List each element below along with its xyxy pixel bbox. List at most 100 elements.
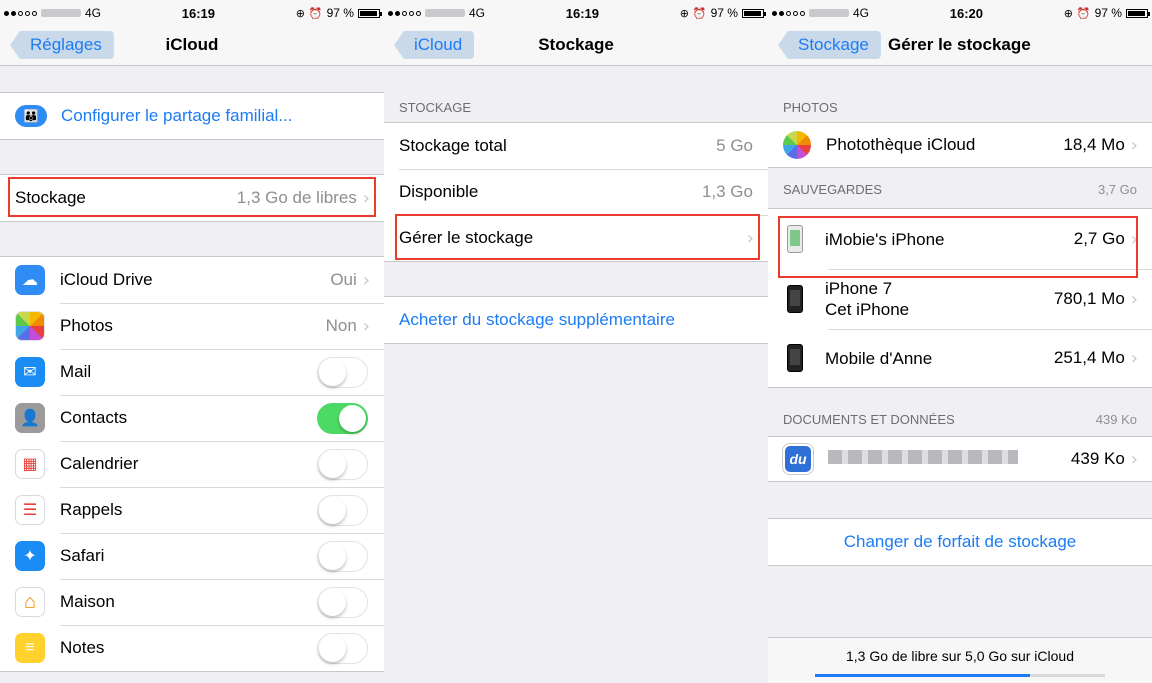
chevron-right-icon: › <box>1130 347 1138 369</box>
apps-list: ☁ iCloud Drive Oui › Photos Non › ✉ Mail 👤 Contact… <box>0 256 384 672</box>
row-label: Stockage total <box>399 136 507 155</box>
section-header: STOCKAGE <box>384 66 768 122</box>
photo-library-row[interactable]: Photothèque iCloud 18,4 Mo › <box>768 123 1152 167</box>
sync-toggle[interactable] <box>317 586 368 618</box>
family-sharing-label: Configurer le partage familial... <box>61 106 293 125</box>
network-type: 4G <box>469 6 486 20</box>
app-row-maison[interactable]: ⌂ Maison <box>0 579 384 625</box>
buy-storage-row[interactable]: Acheter du stockage supplémentaire <box>384 297 768 343</box>
section-header-label: SAUVEGARDES <box>783 182 882 197</box>
row-value: 5 Go <box>716 136 753 155</box>
screenshot-collage: 4G 16:19 ⊕ ⏰ 97 % Réglages iCloud 👪 Config… <box>0 0 1152 683</box>
navigation-bar: Réglages iCloud <box>0 26 384 66</box>
status-time: 16:19 <box>181 5 215 21</box>
documents-total: 439 Ko <box>1095 412 1137 427</box>
document-app-row[interactable]: du 439 Ko › <box>768 437 1152 481</box>
signal-icon <box>4 10 37 16</box>
battery-percent: 97 % <box>710 6 738 20</box>
battery-percent: 97 % <box>1094 6 1122 20</box>
backup-name: Mobile d'Anne <box>825 348 1054 369</box>
network-type: 4G <box>85 6 102 20</box>
photos-icon <box>783 131 811 159</box>
row-label: Photothèque iCloud <box>826 135 976 154</box>
toggle-knob <box>319 496 346 524</box>
family-icon: 👪 <box>15 105 47 127</box>
toggle-knob <box>319 542 346 570</box>
cloud-icon: ☁ <box>15 265 45 295</box>
iphone-icon <box>787 285 803 313</box>
app-row-calendrier[interactable]: ▦ Calendrier <box>0 441 384 487</box>
calendar-icon: ▦ <box>15 449 45 479</box>
app-label: iCloud Drive <box>60 270 153 289</box>
sync-toggle[interactable] <box>317 540 368 572</box>
carrier-name-blurred <box>425 9 465 17</box>
documents-header: DOCUMENTS ET DONNÉES 439 Ko <box>768 388 1152 436</box>
device-name: iPhone 7 <box>825 279 893 298</box>
rotation-lock-icon: ⊕ <box>295 7 305 20</box>
status-bar: 4G 16:19 ⊕ ⏰ 97 % <box>384 0 768 26</box>
status-time: 16:20 <box>949 5 983 21</box>
highlight-box <box>8 177 376 217</box>
rotation-lock-icon: ⊕ <box>679 7 689 20</box>
sync-toggle[interactable] <box>317 494 368 526</box>
app-row-rappels[interactable]: ☰ Rappels <box>0 487 384 533</box>
photos-icon <box>15 311 45 341</box>
highlight-box <box>395 214 760 260</box>
toggle-knob <box>339 404 366 432</box>
storage-footer: 1,3 Go de libre sur 5,0 Go sur iCloud <box>768 637 1152 683</box>
chevron-right-icon: › <box>1130 448 1138 470</box>
toggle-knob <box>319 450 346 478</box>
carrier-name-blurred <box>809 9 849 17</box>
change-plan-row[interactable]: Changer de forfait de stockage <box>768 519 1152 565</box>
backup-size: 251,4 Mo <box>1053 348 1125 367</box>
manage-storage-screen: 4G 16:20 ⊕ ⏰ 97 % Stockage Gérer le stocka… <box>768 0 1152 683</box>
sync-toggle[interactable] <box>317 632 368 664</box>
app-row-contacts[interactable]: 👤 Contacts <box>0 395 384 441</box>
toggle-knob <box>319 634 346 662</box>
app-value: Oui <box>330 270 357 289</box>
toggle-knob <box>319 588 346 616</box>
section-header-label: STOCKAGE <box>399 100 472 115</box>
app-row-icloud-drive[interactable]: ☁ iCloud Drive Oui › <box>0 257 384 303</box>
rotation-lock-icon: ⊕ <box>1063 7 1073 20</box>
app-label: Safari <box>60 546 105 565</box>
chevron-right-icon: › <box>362 269 370 291</box>
family-sharing-row[interactable]: 👪 Configurer le partage familial... <box>0 93 384 139</box>
row-value: 1,3 Go <box>701 182 753 201</box>
backup-row[interactable]: Mobile d'Anne 251,4 Mo › <box>768 329 1152 387</box>
device-name: Mobile d'Anne <box>825 348 933 368</box>
sync-toggle[interactable] <box>317 402 368 434</box>
app-label: Mail <box>60 362 92 381</box>
app-label: Contacts <box>60 408 128 427</box>
mail-icon: ✉ <box>15 357 45 387</box>
signal-icon <box>388 10 421 16</box>
app-row-safari[interactable]: ✦ Safari <box>0 533 384 579</box>
total-storage-row: Stockage total 5 Go <box>384 123 768 169</box>
battery-icon <box>357 8 382 18</box>
chevron-right-icon: › <box>1130 134 1138 156</box>
sync-toggle[interactable] <box>317 448 368 480</box>
alarm-icon: ⏰ <box>308 7 323 20</box>
app-row-notes[interactable]: ≡ Notes <box>0 625 384 671</box>
row-label: Disponible <box>399 182 479 201</box>
app-row-mail[interactable]: ✉ Mail <box>0 349 384 395</box>
app-label: Photos <box>60 316 113 335</box>
backups-header: SAUVEGARDES 3,7 Go <box>768 168 1152 208</box>
contacts-icon: 👤 <box>15 403 45 433</box>
page-title: Stockage <box>538 35 614 54</box>
back-button[interactable]: Stockage <box>778 31 881 59</box>
chevron-right-icon: › <box>362 315 370 337</box>
app-label: Calendrier <box>60 454 139 473</box>
change-plan-link: Changer de forfait de stockage <box>843 532 1077 551</box>
app-label: Rappels <box>60 500 123 519</box>
battery-percent: 97 % <box>326 6 354 20</box>
section-header-label: DOCUMENTS ET DONNÉES <box>783 412 955 427</box>
backup-row[interactable]: iPhone 7 Cet iPhone 780,1 Mo › <box>768 269 1152 329</box>
status-time: 16:19 <box>565 5 599 21</box>
app-row-photos[interactable]: Photos Non › <box>0 303 384 349</box>
device-subtitle: Cet iPhone <box>825 300 910 319</box>
notes-icon: ≡ <box>15 633 45 663</box>
icloud-screen: 4G 16:19 ⊕ ⏰ 97 % Réglages iCloud 👪 Config… <box>0 0 384 683</box>
sync-toggle[interactable] <box>317 356 368 388</box>
row-value: 18,4 Mo <box>1063 135 1125 154</box>
